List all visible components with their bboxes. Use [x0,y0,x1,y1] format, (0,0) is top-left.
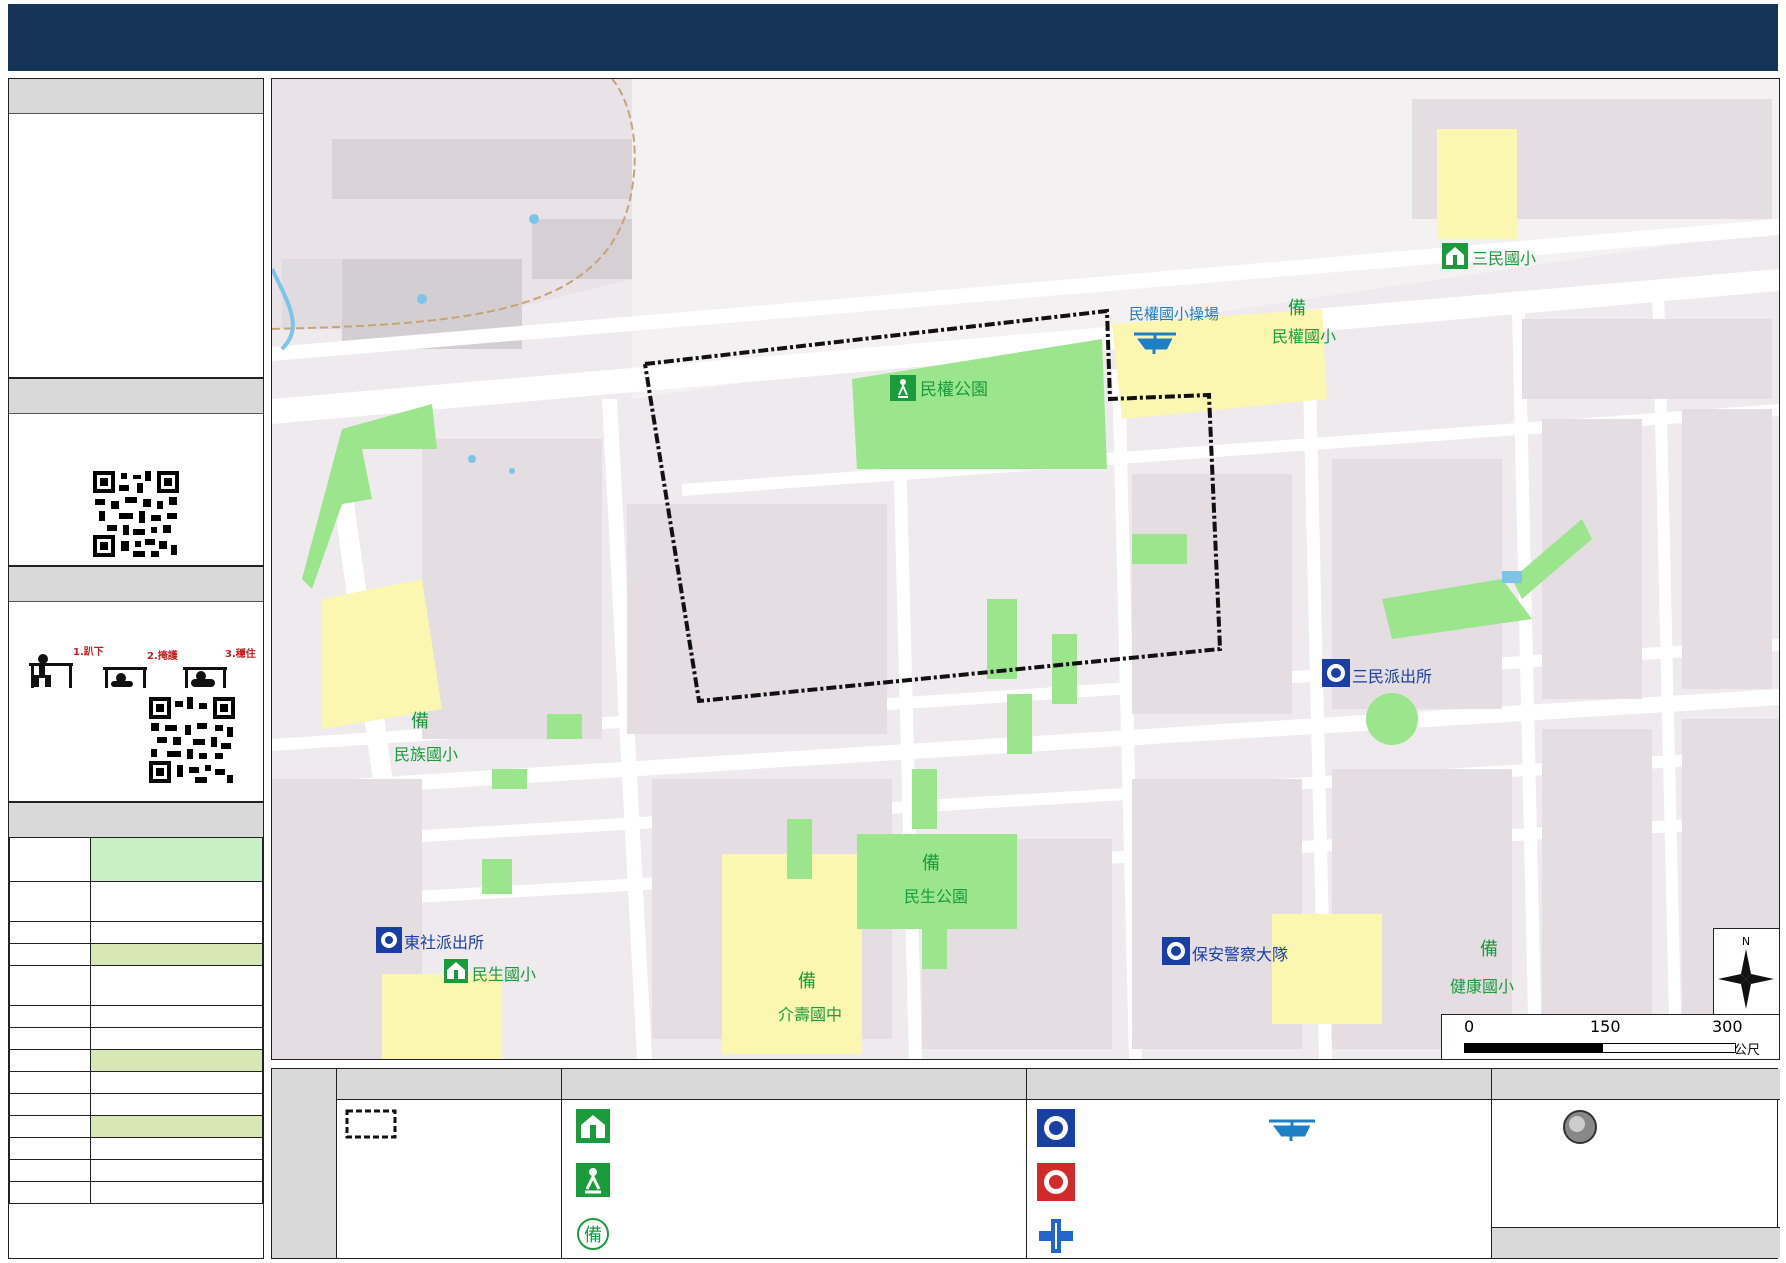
step-2-label: 2.掩護 [147,651,178,662]
table-cell [9,1049,91,1072]
legend-column-header [337,1069,562,1100]
table-cell [90,881,263,922]
reserve-shelter-icon[interactable]: 備 [798,967,816,993]
info-table-panel [8,802,264,1259]
minsheng-elementary-label: 民生國小 [472,965,537,984]
table-cell [90,1115,263,1138]
dongshe-police-label: 東社派出所 [404,933,485,952]
table-cell [9,1027,91,1050]
drop-cover-hold-illustration [29,654,227,688]
legend-column-header [1492,1069,1780,1100]
minquan-playground-label: 民權國小操場 [1129,305,1220,323]
table-cell [90,1027,263,1050]
qr-code-icon[interactable] [149,697,235,783]
info-panel-title [9,79,263,114]
qr-code-icon[interactable] [93,471,179,557]
map-canvas[interactable]: 民權公園 民權國小操場 民權國小 備 三民國小 備 民族國小 三民派出所 東社派… [271,78,1780,1060]
outdoor-refuge-icon [576,1163,610,1197]
minsheng-park-label: 民生公園 [904,887,969,906]
table-cell [90,1181,263,1204]
header-bar [8,4,1778,71]
police-icon[interactable] [1322,659,1350,687]
reserve-shelter-icon[interactable]: 備 [1480,935,1498,961]
police-icon [1037,1109,1075,1147]
helipad-icon [1269,1119,1315,1141]
helipad-icon[interactable] [1132,326,1178,356]
legend-column-shelters: 備 [561,1069,1027,1258]
sanmin-elementary-label: 三民國小 [1472,249,1537,268]
earthquake-panel: 1.趴下 2.掩護 3.穩住 [8,566,264,802]
table-cell [9,837,91,882]
reserve-shelter-icon: 備 [577,1218,609,1250]
table-cell [90,965,263,1006]
boundary-dashed-icon [345,1109,397,1139]
table-cell [90,1137,263,1160]
minquan-park-label: 民權公園 [920,380,988,400]
evacuation-shelter-icon[interactable] [1442,243,1468,269]
gathering-point-icon [1563,1110,1597,1144]
table-cell [90,1093,263,1116]
evacuation-shelter-icon[interactable] [444,959,468,983]
compass-north-label: N [1742,935,1750,948]
reserve-shelter-icon[interactable]: 備 [411,707,429,733]
reserve-shelter-icon[interactable]: 備 [922,849,940,875]
police-icon[interactable] [1162,937,1190,965]
table-cell [90,921,263,944]
map-base [272,79,1779,1059]
step-3-label: 3.穩住 [225,649,256,660]
table-cell [9,1137,91,1160]
table-cell [90,1005,263,1028]
minquan-elementary-label: 民權國小 [1272,327,1337,346]
table-cell [90,943,263,966]
table-cell [9,1093,91,1116]
outdoor-refuge-icon[interactable] [890,375,916,401]
medical-icon [1039,1219,1073,1253]
table-cell [9,943,91,966]
sanmin-police-label: 三民派出所 [1352,667,1433,686]
jiankang-elementary-label: 健康國小 [1450,977,1515,996]
police-icon[interactable] [376,927,402,953]
baoan-police-label: 保安警察大隊 [1192,945,1289,964]
legend-column-header [562,1069,1027,1100]
legend-column-other [1491,1069,1780,1258]
compass: N [1713,928,1780,1015]
evacuation-shelter-icon [576,1109,610,1143]
legend-column-boundary [336,1069,562,1258]
fire-station-icon [1037,1163,1075,1201]
legend-title-cell [272,1069,336,1258]
table-cell [9,965,91,1006]
legend-column-rescue [1026,1069,1492,1258]
earthquake-panel-title [9,567,263,602]
table-cell [90,1159,263,1182]
table-cell [90,837,263,882]
scale-tick-300: 300 [1712,1017,1743,1036]
legend: 備 [271,1068,1780,1259]
minzu-elementary-label: 民族國小 [394,745,459,764]
table-cell [9,1005,91,1028]
table-cell [9,921,91,944]
reserve-shelter-icon[interactable]: 備 [1288,294,1306,320]
table-cell [9,1071,91,1094]
legend-footer-cell [1492,1227,1780,1258]
table-cell [9,1115,91,1138]
step-1-label: 1.趴下 [73,647,104,658]
svg-text:備: 備 [584,1225,602,1246]
info-table [9,837,263,1204]
scale-tick-0: 0 [1464,1017,1475,1036]
table-cell [90,1071,263,1094]
jieshou-junior-high-label: 介壽國中 [778,1005,843,1024]
info-panel [8,78,264,378]
table-cell [9,1181,91,1204]
scale-tick-150: 150 [1590,1017,1621,1036]
info-table-title [9,803,263,838]
scale-unit: 公尺 [1734,1043,1761,1058]
table-cell [90,1049,263,1072]
qr-panel [8,378,264,566]
legend-column-header [1027,1069,1492,1100]
table-cell [9,1159,91,1182]
table-cell [9,881,91,922]
qr-panel-title [9,379,263,414]
scale-bar: 0 150 300 公尺 [1441,1014,1779,1059]
